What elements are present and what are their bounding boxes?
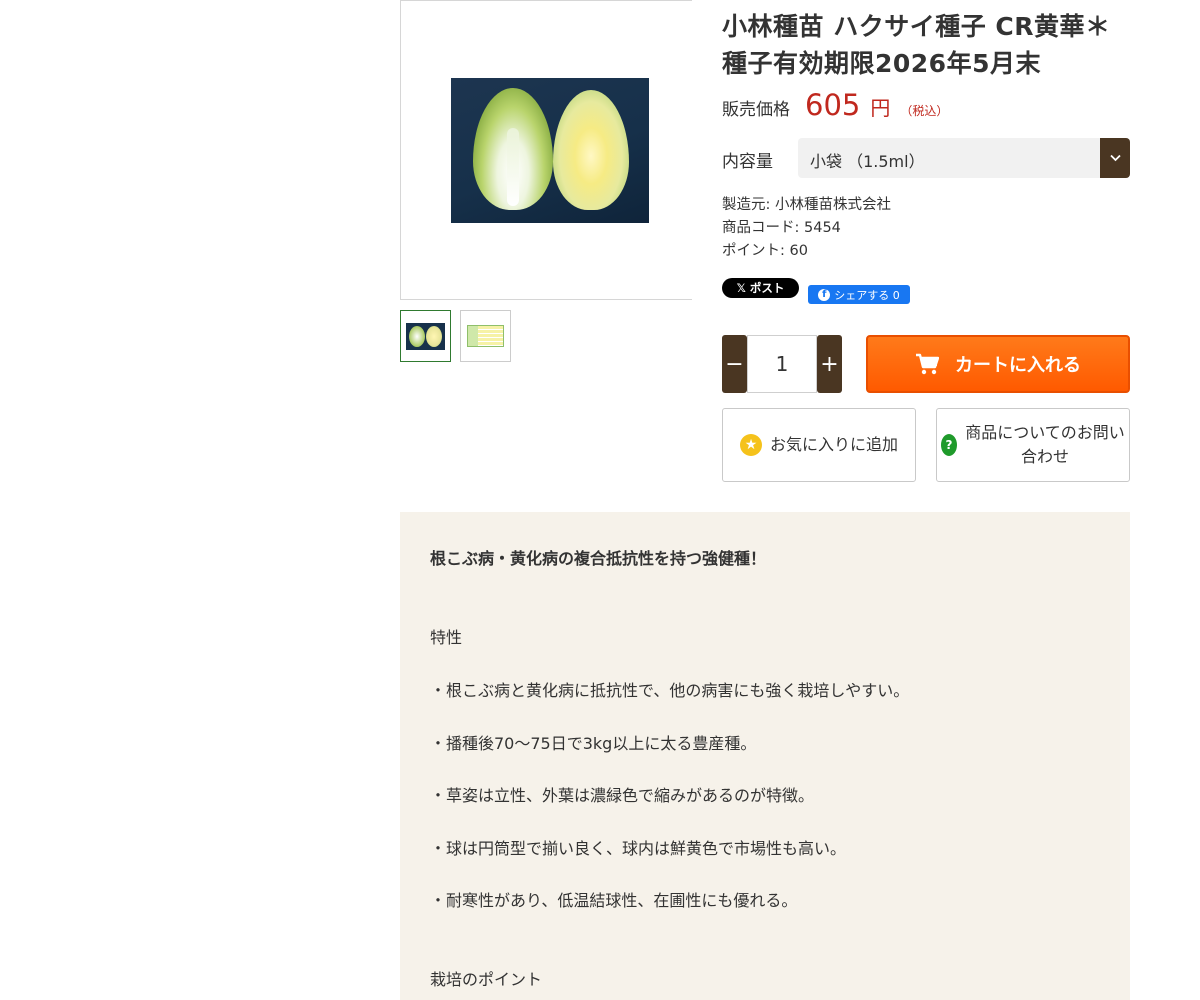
product-inquiry-label: 商品についてのお問い合わせ [965,423,1125,466]
x-post-button[interactable]: 𝕏 ポスト [722,278,799,298]
add-to-cart-label: カートに入れる [955,355,1081,376]
thumbnail-cabbage-icon [406,323,445,350]
price-value: 605 [805,88,861,122]
quantity-stepper: − 1 + [722,335,842,393]
x-post-label: ポスト [749,281,785,295]
product-title-line1: 小林種苗 ハクサイ種子 CR黄華＊ [722,12,1111,41]
facebook-icon: f [818,288,831,301]
main-product-image[interactable] [400,0,692,300]
cabbage-half-left [473,88,553,210]
description-lead: 根こぶ病・黄化病の複合抵抗性を持つ強健種！ [430,549,767,568]
product-description: 根こぶ病・黄化病の複合抵抗性を持つ強健種！ 特性 ・根こぶ病と黄化病に抵抗性で、… [400,512,1130,1000]
option-label: 内容量 [722,152,773,172]
chevron-down-icon [1100,138,1130,178]
quantity-plus-button[interactable]: + [817,335,842,393]
feature-item: ・球は円筒型で揃い良く、球内は鮮黄色で市場性も高い。 [430,839,847,858]
facebook-share-label: シェアする 0 [834,288,900,302]
cabbage-photo [451,78,649,223]
product-title-line2: 種子有効期限2026年5月末 [722,49,1041,78]
add-favorite-button[interactable]: ★ お気に入りに追加 [722,408,916,482]
price-label: 販売価格 [722,100,790,120]
feature-item: ・草姿は立性、外葉は濃緑色で縮みがあるのが特徴。 [430,786,815,805]
cabbage-half-right [553,90,629,210]
product-code-text: 商品コード: 5454 [722,220,841,236]
facebook-share-button[interactable]: f シェアする 0 [808,285,910,304]
quantity-minus-button[interactable]: − [722,335,747,393]
maker-text: 製造元: 小林種苗株式会社 [722,197,891,213]
thumbnail-1[interactable] [400,310,451,362]
quantity-input[interactable]: 1 [747,335,817,393]
price-unit: 円 [870,96,891,120]
volume-select[interactable]: 小袋 （1.5ml） [798,138,1130,178]
product-meta: 製造元: 小林種苗株式会社 商品コード: 5454 ポイント: 60 [722,194,891,263]
points-text: ポイント: 60 [722,243,808,259]
question-icon: ? [941,434,957,456]
x-logo-icon: 𝕏 [736,281,746,295]
cart-icon [916,353,939,375]
volume-select-value: 小袋 （1.5ml） [810,152,925,171]
feature-item: ・播種後70〜75日で3kg以上に太る豊産種。 [430,734,757,753]
star-icon: ★ [739,434,762,456]
product-title: 小林種苗 ハクサイ種子 CR黄華＊ 種子有効期限2026年5月末 [722,8,1142,82]
price-row: 販売価格 605 円 （税込） [722,88,948,122]
price-tax-note: （税込） [900,104,949,118]
thumbnail-2[interactable] [460,310,511,362]
add-to-cart-button[interactable]: カートに入れる [866,335,1130,393]
thumbnail-chart-icon [467,325,504,347]
feature-item: ・根こぶ病と黄化病に抵抗性で、他の病害にも強く栽培しやすい。 [430,681,910,700]
product-inquiry-button[interactable]: ? 商品についてのお問い合わせ [936,408,1130,482]
add-favorite-label: お気に入りに追加 [769,435,898,454]
features-heading: 特性 [430,628,463,647]
feature-item: ・耐寒性があり、低温結球性、在圃性にも優れる。 [430,891,798,910]
cultivation-points-heading: 栽培のポイント [430,970,543,989]
